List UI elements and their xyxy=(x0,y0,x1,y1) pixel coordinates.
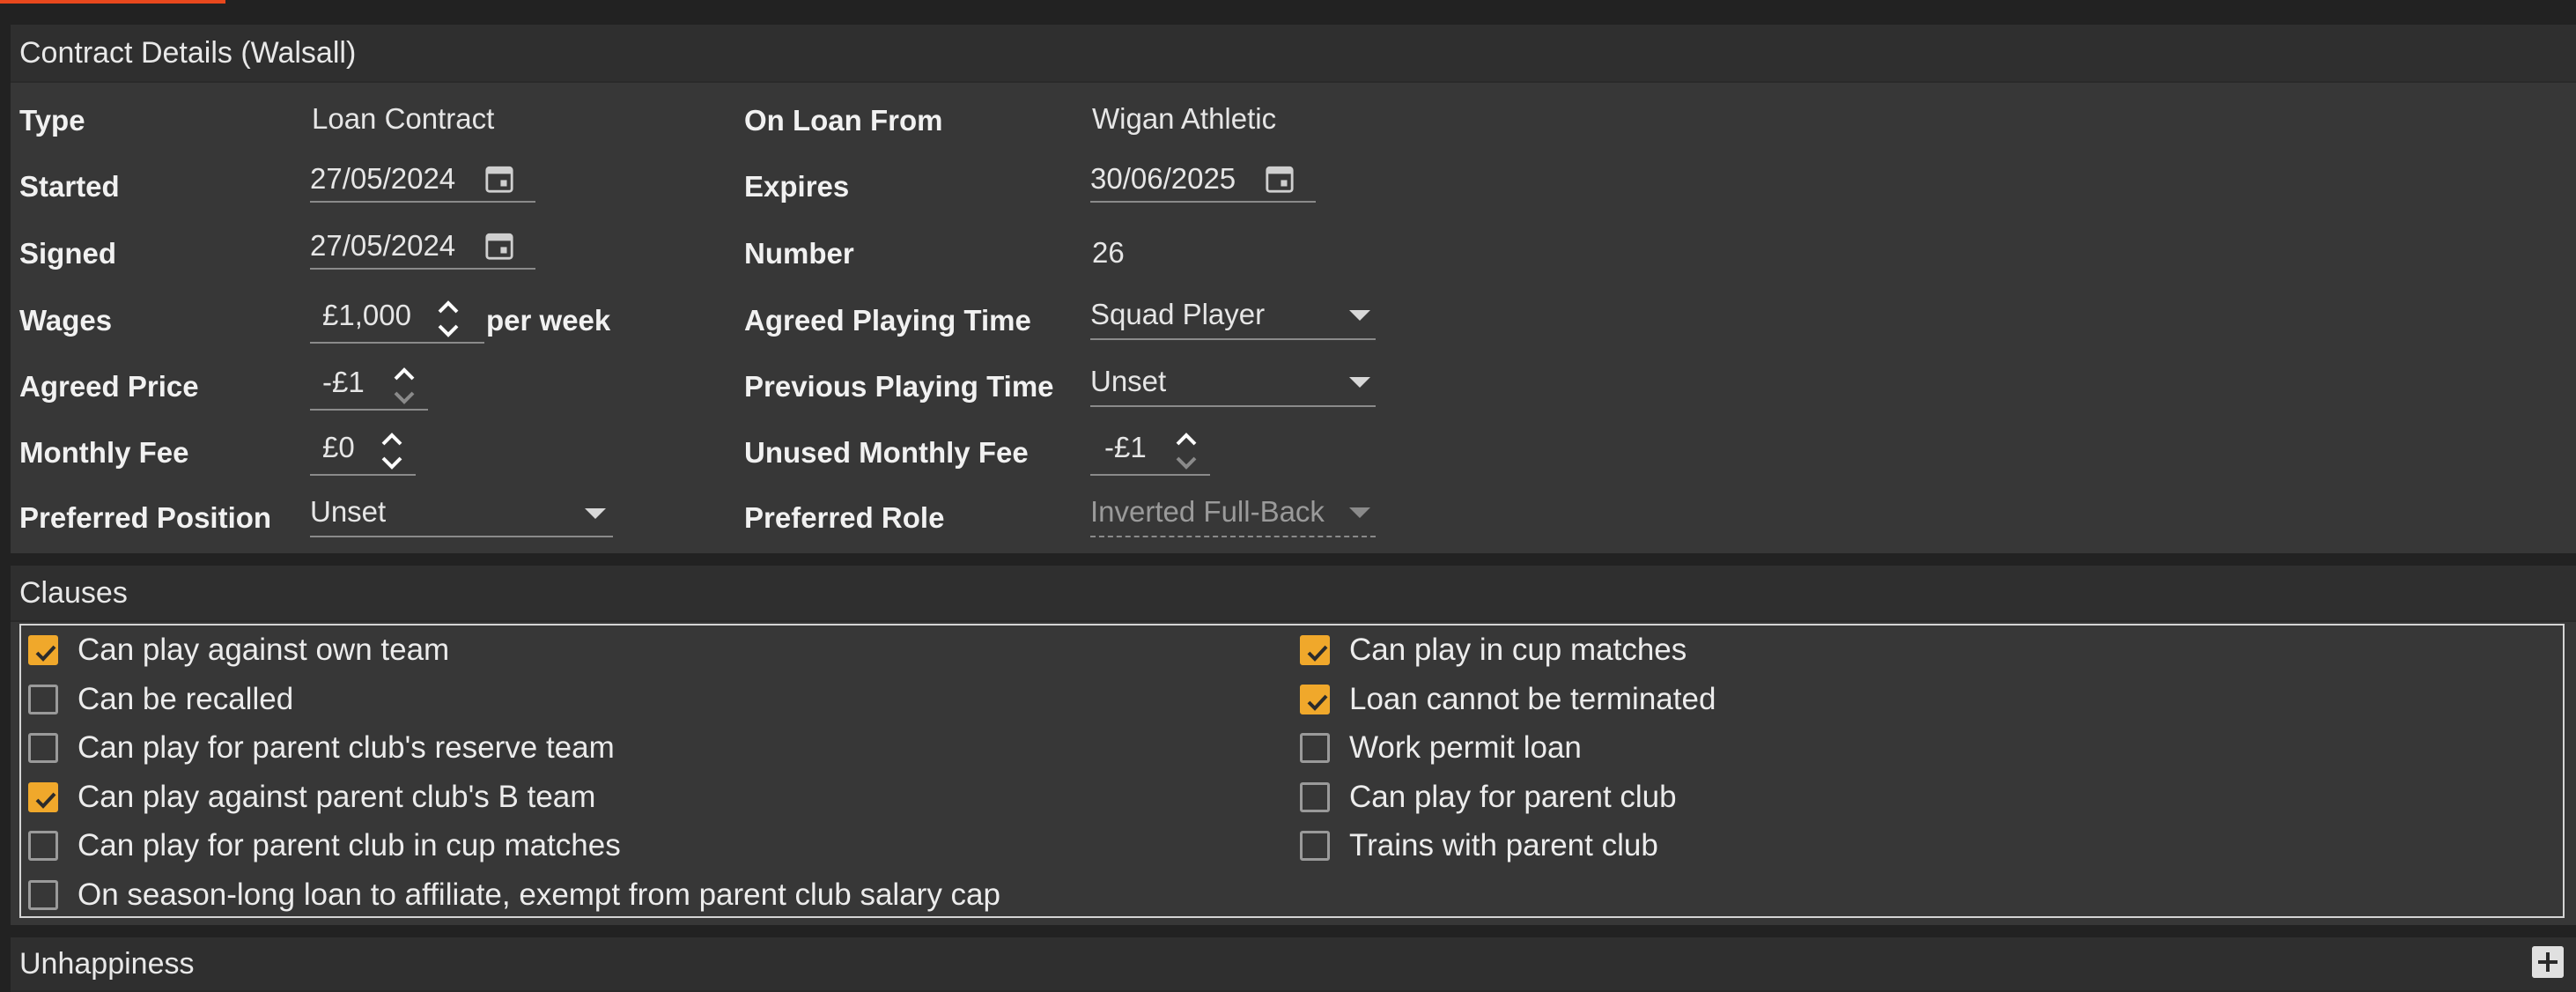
checkbox-unchecked[interactable] xyxy=(28,684,58,714)
clause-label: Can be recalled xyxy=(78,681,294,716)
clause-item[interactable]: Can be recalled xyxy=(28,677,293,722)
stepper-arrows-icon[interactable] xyxy=(377,426,407,476)
type-value: Loan Contract xyxy=(312,102,495,135)
wages-value: £1,000 xyxy=(322,299,411,331)
signed-label: Signed xyxy=(19,237,117,270)
clause-item[interactable]: On season-long loan to affiliate, exempt… xyxy=(28,872,1000,918)
number-value: 26 xyxy=(1092,236,1125,269)
clause-item[interactable]: Can play for parent club xyxy=(1300,774,1677,820)
signed-date-value: 27/05/2024 xyxy=(310,229,456,262)
checkbox-checked[interactable] xyxy=(1300,684,1330,714)
clause-label: Can play in cup matches xyxy=(1349,633,1687,667)
checkbox-unchecked[interactable] xyxy=(1300,831,1330,861)
clause-label: Work permit loan xyxy=(1349,730,1582,765)
type-label: Type xyxy=(19,104,85,137)
preferred-position-dropdown[interactable]: Unset xyxy=(310,488,613,537)
expand-plus-icon[interactable] xyxy=(2532,946,2564,978)
monthly-fee-value: £0 xyxy=(322,431,355,463)
chevron-down-icon xyxy=(1349,507,1370,518)
checkbox-checked[interactable] xyxy=(28,781,58,812)
checkbox-unchecked[interactable] xyxy=(28,733,58,763)
checkbox-unchecked[interactable] xyxy=(28,879,58,910)
active-tab-indicator xyxy=(0,0,225,4)
checkbox-unchecked[interactable] xyxy=(1300,781,1330,812)
agreed-price-label: Agreed Price xyxy=(19,370,199,403)
previous-playing-time-dropdown[interactable]: Unset xyxy=(1090,358,1376,407)
checkbox-unchecked[interactable] xyxy=(28,831,58,861)
monthly-fee-label: Monthly Fee xyxy=(19,436,189,469)
previous-playing-time-label: Previous Playing Time xyxy=(744,370,1054,403)
clause-label: On season-long loan to affiliate, exempt… xyxy=(78,877,1000,912)
contract-details-panel: Contract Details (Walsall) Type Loan Con… xyxy=(11,25,2576,553)
clause-label: Can play for parent club's reserve team xyxy=(78,730,615,765)
unused-monthly-fee-label: Unused Monthly Fee xyxy=(744,436,1029,469)
number-label: Number xyxy=(744,237,854,270)
checkmark-icon xyxy=(1307,694,1328,711)
started-label: Started xyxy=(19,170,120,203)
stepper-arrows-icon[interactable] xyxy=(389,361,419,411)
agreed-playing-time-value: Squad Player xyxy=(1090,298,1266,330)
agreed-playing-time-label: Agreed Playing Time xyxy=(744,304,1031,337)
clause-label: Can play against own team xyxy=(78,633,450,667)
expires-date-value: 30/06/2025 xyxy=(1090,162,1236,195)
clause-label: Can play for parent club in cup matches xyxy=(78,828,621,862)
clauses-header: Clauses xyxy=(11,566,2576,622)
clause-item[interactable]: Can play in cup matches xyxy=(1300,627,1687,673)
clause-item[interactable]: Trains with parent club xyxy=(1300,823,1658,869)
clauses-panel: Clauses Can play against own team Can be … xyxy=(11,566,2576,925)
wages-label: Wages xyxy=(19,304,113,337)
contract-details-header: Contract Details (Walsall) xyxy=(11,25,2576,83)
preferred-role-label: Preferred Role xyxy=(744,501,945,534)
agreed-price-value: -£1 xyxy=(322,366,365,398)
agreed-playing-time-dropdown[interactable]: Squad Player xyxy=(1090,291,1376,340)
expires-label: Expires xyxy=(744,170,850,203)
clauses-list: Can play against own team Can be recalled… xyxy=(19,624,2565,918)
preferred-role-dropdown: Inverted Full-Back xyxy=(1090,488,1376,537)
clause-label: Can play against parent club's B team xyxy=(78,779,596,814)
checkbox-checked[interactable] xyxy=(1300,635,1330,665)
clause-item[interactable]: Can play for parent club in cup matches xyxy=(28,823,621,869)
unhappiness-header[interactable]: Unhappiness xyxy=(11,937,2576,992)
on-loan-from-value: Wigan Athletic xyxy=(1092,102,1277,135)
previous-playing-time-value: Unset xyxy=(1090,365,1167,397)
checkmark-icon xyxy=(35,645,56,662)
checkbox-checked[interactable] xyxy=(28,635,58,665)
stepper-arrows-icon[interactable] xyxy=(433,294,463,344)
checkbox-unchecked[interactable] xyxy=(1300,733,1330,763)
clause-item[interactable]: Can play for parent club's reserve team xyxy=(28,725,615,771)
unused-monthly-fee-value: -£1 xyxy=(1104,431,1147,463)
chevron-down-icon[interactable] xyxy=(1349,310,1370,321)
clause-label: Can play for parent club xyxy=(1349,779,1677,814)
stepper-arrows-icon[interactable] xyxy=(1171,426,1201,476)
preferred-position-label: Preferred Position xyxy=(19,501,272,534)
clause-item[interactable]: Work permit loan xyxy=(1300,725,1582,771)
clause-item[interactable]: Can play against parent club's B team xyxy=(28,774,595,820)
started-date-value: 27/05/2024 xyxy=(310,162,456,195)
checkmark-icon xyxy=(35,792,56,809)
calendar-icon[interactable] xyxy=(484,231,514,261)
chevron-down-icon[interactable] xyxy=(585,508,606,519)
clause-label: Trains with parent club xyxy=(1349,828,1658,862)
clause-item[interactable]: Can play against own team xyxy=(28,627,449,673)
unhappiness-panel: Unhappiness xyxy=(11,937,2576,992)
checkmark-icon xyxy=(1307,645,1328,662)
clause-label: Loan cannot be terminated xyxy=(1349,681,1716,716)
chevron-down-icon[interactable] xyxy=(1349,377,1370,388)
clause-item[interactable]: Loan cannot be terminated xyxy=(1300,677,1716,722)
calendar-icon[interactable] xyxy=(1265,164,1295,194)
on-loan-from-label: On Loan From xyxy=(744,104,943,137)
preferred-role-value: Inverted Full-Back xyxy=(1090,495,1325,528)
wages-suffix: per week xyxy=(486,304,611,337)
calendar-icon[interactable] xyxy=(484,164,514,194)
preferred-position-value: Unset xyxy=(310,495,387,528)
